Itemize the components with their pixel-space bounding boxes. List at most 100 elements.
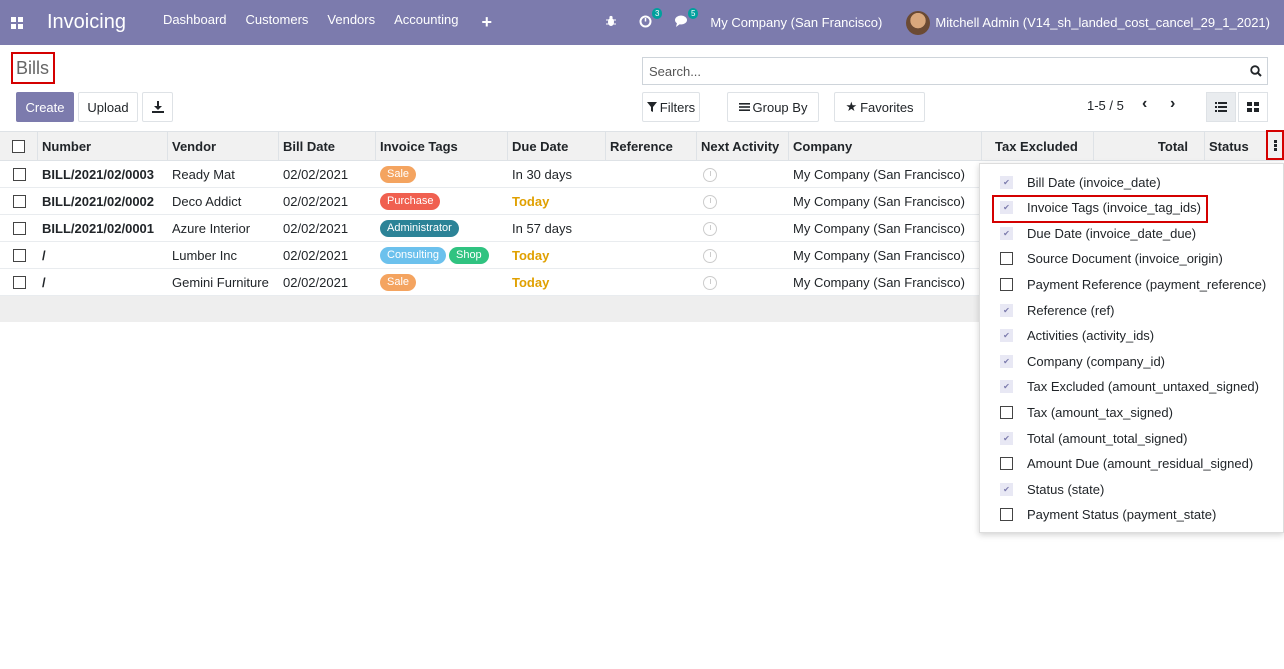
list-view-button[interactable]: [1206, 92, 1236, 122]
column-option[interactable]: ✔ Reference (ref): [980, 298, 1283, 322]
bug-icon[interactable]: [605, 15, 617, 30]
column-option[interactable]: ✔ Due Date (invoice_date_due): [980, 221, 1283, 245]
cell-reference: [606, 161, 697, 188]
column-vendor[interactable]: Vendor: [168, 132, 279, 161]
tag-badge: Sale: [380, 274, 417, 291]
cell-number: /: [38, 269, 168, 296]
pager-previous-icon[interactable]: ‹: [1142, 95, 1147, 113]
filters-button[interactable]: Filters: [642, 92, 700, 122]
company-name: My Company (San Francisco): [793, 167, 965, 182]
column-option[interactable]: ✔ Total (amount_total_signed): [980, 426, 1283, 450]
page-title: Bills: [11, 52, 55, 84]
row-checkbox[interactable]: [12, 249, 26, 262]
menu-dashboard[interactable]: Dashboard: [163, 12, 227, 33]
column-option[interactable]: Amount Due (amount_residual_signed): [980, 452, 1283, 476]
vendor-name: Lumber Inc: [172, 248, 238, 263]
row-checkbox[interactable]: [12, 195, 26, 208]
column-option[interactable]: ✔ Activities (activity_ids): [980, 324, 1283, 348]
activity-clock-icon[interactable]: [703, 221, 717, 236]
tag-badge: Consulting: [380, 247, 446, 264]
cell-reference: [606, 269, 697, 296]
row-checkbox[interactable]: [12, 222, 26, 235]
activity-clock-icon[interactable]: [703, 194, 717, 209]
cell-due-date: Today: [508, 269, 606, 296]
column-option[interactable]: Tax (amount_tax_signed): [980, 400, 1283, 424]
bill-number: BILL/2021/02/0003: [42, 167, 155, 182]
checkbox-checked-icon[interactable]: ✔: [1000, 303, 1013, 317]
messages-icon[interactable]: 5: [674, 8, 699, 30]
checkbox-unchecked-icon[interactable]: [1000, 277, 1013, 291]
column-next-activity[interactable]: Next Activity: [697, 132, 789, 161]
activity-clock-icon[interactable]: [703, 275, 717, 290]
search-icon[interactable]: [1245, 65, 1267, 77]
select-all-cell: [0, 132, 38, 161]
column-option[interactable]: Payment Reference (payment_reference): [980, 272, 1283, 296]
bill-number: BILL/2021/02/0002: [42, 194, 155, 209]
cell-bill-date: 02/02/2021: [279, 269, 376, 296]
main-menu: Dashboard Customers Vendors Accounting +: [163, 12, 492, 33]
due-date: In 57 days: [512, 221, 572, 236]
column-number[interactable]: Number: [38, 132, 168, 161]
download-button[interactable]: [142, 92, 173, 122]
upload-button[interactable]: Upload: [78, 92, 138, 122]
column-total[interactable]: Total: [1094, 132, 1205, 161]
row-checkbox[interactable]: [12, 168, 26, 181]
pager-next-icon[interactable]: ›: [1170, 95, 1175, 113]
optional-columns-toggle[interactable]: [1266, 130, 1284, 160]
column-company[interactable]: Company: [789, 132, 982, 161]
cell-reference: [606, 188, 697, 215]
filter-icon: [646, 102, 657, 112]
column-option-label: Due Date (invoice_date_due): [1027, 225, 1197, 241]
column-option[interactable]: ✔ Status (state): [980, 477, 1283, 501]
checkbox-checked-icon[interactable]: ✔: [1000, 354, 1013, 368]
pager-value[interactable]: 1-5 / 5: [1087, 98, 1124, 113]
checkbox-checked-icon[interactable]: ✔: [1000, 175, 1013, 189]
column-invoice-tags[interactable]: Invoice Tags: [376, 132, 508, 161]
checkbox-unchecked-icon[interactable]: [1000, 252, 1013, 266]
column-bill-date[interactable]: Bill Date: [279, 132, 376, 161]
activity-clock-icon[interactable]: [703, 167, 717, 182]
checkbox-unchecked-icon[interactable]: [1000, 457, 1013, 471]
select-all-checkbox[interactable]: [12, 140, 25, 153]
activity-clock-icon[interactable]: [703, 248, 717, 263]
column-option[interactable]: ✔ Bill Date (invoice_date): [980, 170, 1283, 194]
user-menu[interactable]: Mitchell Admin (V14_sh_landed_cost_cance…: [906, 10, 1270, 35]
navbar-systray: 3 5 My Company (San Francisco) Mitchell …: [605, 0, 1284, 45]
column-option[interactable]: ✔ Company (company_id): [980, 349, 1283, 373]
plus-icon[interactable]: +: [481, 12, 492, 33]
menu-customers[interactable]: Customers: [246, 12, 309, 33]
app-title[interactable]: Invoicing: [47, 11, 126, 34]
checkbox-checked-icon[interactable]: ✔: [1000, 226, 1013, 240]
cell-bill-date: 02/02/2021: [279, 242, 376, 269]
create-button[interactable]: Create: [16, 92, 74, 122]
checkbox-unchecked-icon[interactable]: [1000, 405, 1013, 419]
column-option[interactable]: Payment Status (payment_state): [980, 503, 1283, 527]
favorites-button[interactable]: ★ Favorites: [834, 92, 925, 122]
column-option[interactable]: ✔ Invoice Tags (invoice_tag_ids): [980, 196, 1283, 220]
cell-due-date: In 30 days: [508, 161, 606, 188]
menu-accounting[interactable]: Accounting: [394, 12, 458, 33]
company-switcher[interactable]: My Company (San Francisco): [710, 15, 882, 30]
kanban-view-button[interactable]: [1238, 92, 1268, 122]
apps-menu-icon[interactable]: [11, 16, 23, 29]
column-tax-excluded[interactable]: Tax Excluded: [982, 132, 1094, 161]
checkbox-checked-icon[interactable]: ✔: [1000, 431, 1013, 445]
checkbox-checked-icon[interactable]: ✔: [1000, 482, 1013, 496]
row-checkbox[interactable]: [12, 276, 26, 289]
column-option[interactable]: ✔ Tax Excluded (amount_untaxed_signed): [980, 375, 1283, 399]
search-input[interactable]: [643, 58, 1245, 84]
activity-clock-icon[interactable]: 3: [639, 7, 663, 31]
column-due-date[interactable]: Due Date: [508, 132, 606, 161]
checkbox-checked-icon[interactable]: ✔: [1000, 201, 1013, 215]
column-option-label: Amount Due (amount_residual_signed): [1027, 456, 1254, 472]
tag-badge: Shop: [448, 247, 489, 264]
groupby-button[interactable]: Group By: [727, 92, 819, 122]
checkbox-checked-icon[interactable]: ✔: [1000, 329, 1013, 343]
cell-company: My Company (San Francisco): [789, 269, 982, 296]
column-status[interactable]: Status: [1205, 132, 1266, 161]
column-reference[interactable]: Reference: [606, 132, 697, 161]
menu-vendors[interactable]: Vendors: [327, 12, 375, 33]
checkbox-unchecked-icon[interactable]: [1000, 508, 1013, 522]
checkbox-checked-icon[interactable]: ✔: [1000, 380, 1013, 394]
column-option[interactable]: Source Document (invoice_origin): [980, 247, 1283, 271]
